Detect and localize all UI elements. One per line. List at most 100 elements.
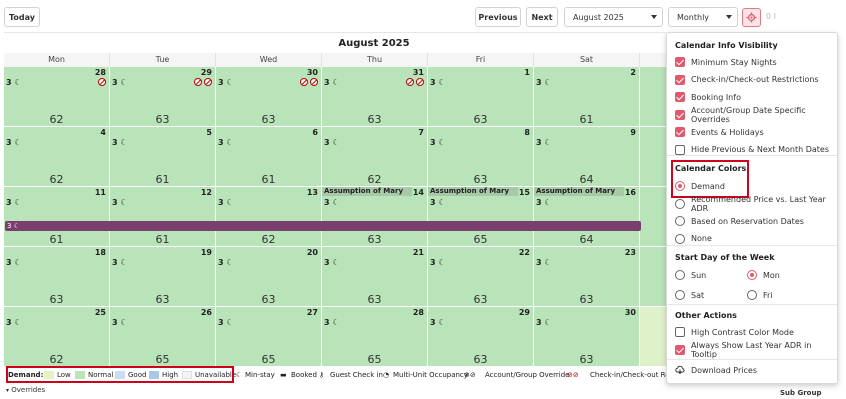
radio[interactable] xyxy=(675,270,685,280)
day-cell[interactable]: 8 3 ☾ 63 xyxy=(428,127,534,187)
price-value: 62 xyxy=(49,113,64,126)
day-cell[interactable]: 4 3 ☾ 62 xyxy=(4,127,110,187)
day-cell[interactable]: 6 3 ☾ 61 xyxy=(216,127,322,187)
day-cell[interactable]: 11 3 ☾ 61 xyxy=(4,187,110,247)
checkbox[interactable] xyxy=(675,74,685,85)
day-number: 20 xyxy=(306,248,318,257)
calendar-settings-button[interactable] xyxy=(742,8,761,27)
day-cell[interactable]: 18 3 ☾ 63 xyxy=(4,247,110,307)
checkbox[interactable] xyxy=(675,127,685,137)
day-cell[interactable]: 31 3 ☾ 63 xyxy=(322,67,428,127)
start-day-option[interactable]: Sat xyxy=(675,289,704,301)
min-stay-value: 3 xyxy=(218,138,224,147)
day-cell[interactable]: 1 3 ☾ 63 xyxy=(428,67,534,127)
checkbox[interactable] xyxy=(675,327,685,337)
radio[interactable] xyxy=(675,198,685,209)
day-cell[interactable]: 7 3 ☾ 62 xyxy=(322,127,428,187)
day-cell[interactable]: 19 3 ☾ 63 xyxy=(110,247,216,307)
day-number: 2 xyxy=(630,68,636,77)
info-option-label: Booking Info xyxy=(691,92,741,102)
day-number: 27 xyxy=(306,308,318,317)
radio[interactable] xyxy=(675,216,685,226)
info-option[interactable]: Check-in/Check-out Restrictions xyxy=(675,74,819,86)
calendar-title: August 2025 xyxy=(338,38,410,49)
day-cell[interactable]: 23 3 ☾ 63 xyxy=(534,247,640,307)
checkbox[interactable] xyxy=(675,344,685,355)
min-stay-indicator: 3 ☾ xyxy=(218,138,234,147)
checkbox[interactable] xyxy=(675,92,685,102)
day-cell[interactable]: 27 3 ☾ 65 xyxy=(216,307,322,367)
weekday-thu: Thu xyxy=(322,53,428,67)
radio[interactable] xyxy=(747,270,757,280)
checkbox[interactable] xyxy=(675,109,685,120)
day-cell[interactable]: 13 3 ☾ 62 xyxy=(216,187,322,247)
min-stay-value: 3 xyxy=(112,138,118,147)
min-stay-value: 3 xyxy=(324,198,330,207)
moon-icon: ☾ xyxy=(120,318,128,327)
day-cell[interactable]: 25 3 ☾ 62 xyxy=(4,307,110,367)
day-cell[interactable]: 5 3 ☾ 61 xyxy=(110,127,216,187)
day-cell[interactable]: 29 3 ☾ 63 xyxy=(428,307,534,367)
day-cell[interactable]: 21 3 ☾ 63 xyxy=(322,247,428,307)
view-select[interactable]: Monthly xyxy=(668,7,738,27)
today-button[interactable]: Today xyxy=(4,7,40,27)
day-cell[interactable]: 30 3 ☾ 63 xyxy=(216,67,322,127)
info-option[interactable]: Minimum Stay Nights xyxy=(675,56,777,68)
min-stay-indicator: 3 ☾ xyxy=(536,198,552,207)
radio[interactable] xyxy=(675,233,685,244)
other-option[interactable]: High Contrast Color Mode xyxy=(675,326,794,338)
start-day-label: Mon xyxy=(763,270,780,280)
view-select-value: Monthly xyxy=(677,12,710,22)
info-option[interactable]: Booking Info xyxy=(675,91,741,103)
price-value: 63 xyxy=(155,293,170,306)
min-stay-value: 3 xyxy=(536,318,542,327)
divider xyxy=(667,304,837,305)
min-stay-indicator: 3 ☾ xyxy=(112,258,128,267)
start-day-option[interactable]: Fri xyxy=(747,289,773,301)
color-option[interactable]: Demand xyxy=(675,180,725,192)
info-option[interactable]: Hide Previous & Next Month Dates xyxy=(675,144,829,156)
month-select[interactable]: August 2025 xyxy=(564,7,663,27)
day-cell[interactable]: 30 3 ☾ 63 xyxy=(534,307,640,367)
download-prices-item[interactable]: Download Prices xyxy=(675,364,757,376)
min-stay-indicator: 3 ☾ xyxy=(536,138,552,147)
day-number: 6 xyxy=(312,128,318,137)
booking-bar[interactable]: 3 ☾ xyxy=(5,221,641,231)
weekday-sat: Sat xyxy=(534,53,640,67)
moon-icon: ☾ xyxy=(226,78,234,87)
day-cell[interactable]: 12 3 ☾ 61 xyxy=(110,187,216,247)
day-cell[interactable]: 14 3 ☾ Assumption of Mary 63 xyxy=(322,187,428,247)
min-stay-value: 3 xyxy=(536,198,542,207)
checkbox[interactable] xyxy=(675,144,685,155)
day-cell[interactable]: 2 3 ☾ 61 xyxy=(534,67,640,127)
next-button[interactable]: Next xyxy=(526,7,558,27)
price-value: 62 xyxy=(367,173,382,186)
color-option[interactable]: None xyxy=(675,233,712,245)
day-cell[interactable]: 9 3 ☾ 64 xyxy=(534,127,640,187)
other-option[interactable]: Always Show Last Year ADR in Tooltip xyxy=(675,341,837,359)
radio[interactable] xyxy=(675,290,685,300)
radio[interactable] xyxy=(747,290,757,300)
checkbox[interactable] xyxy=(675,57,685,67)
day-cell[interactable]: 15 3 ☾ Assumption of Mary 65 xyxy=(428,187,534,247)
day-cell[interactable]: 26 3 ☾ 65 xyxy=(110,307,216,367)
min-stay-indicator: 3 ☾ xyxy=(324,78,340,87)
info-option[interactable]: Account/Group Date Specific Overrides xyxy=(675,106,837,124)
radio[interactable] xyxy=(675,181,685,191)
day-cell[interactable]: 22 3 ☾ 63 xyxy=(428,247,534,307)
day-cell[interactable]: 28 3 ☾ 65 xyxy=(322,307,428,367)
day-cell[interactable]: 20 3 ☾ 63 xyxy=(216,247,322,307)
overrides-toggle[interactable]: ▾ Overrides xyxy=(6,386,45,394)
day-number: 1 xyxy=(524,68,530,77)
day-cell[interactable]: 16 3 ☾ Assumption of Mary 64 xyxy=(534,187,640,247)
day-cell[interactable]: 28 3 ☾ 62 xyxy=(4,67,110,127)
previous-button[interactable]: Previous xyxy=(475,7,521,27)
day-cell[interactable]: 29 3 ☾ 63 xyxy=(110,67,216,127)
color-option[interactable]: Based on Reservation Dates xyxy=(675,215,804,227)
overrides-label: Overrides xyxy=(11,386,46,394)
day-number: 28 xyxy=(94,68,106,77)
start-day-option[interactable]: Mon xyxy=(747,269,780,281)
start-day-option[interactable]: Sun xyxy=(675,269,706,281)
info-option[interactable]: Events & Holidays xyxy=(675,126,764,138)
color-option[interactable]: Recommended Price vs. Last Year ADR xyxy=(675,195,837,213)
